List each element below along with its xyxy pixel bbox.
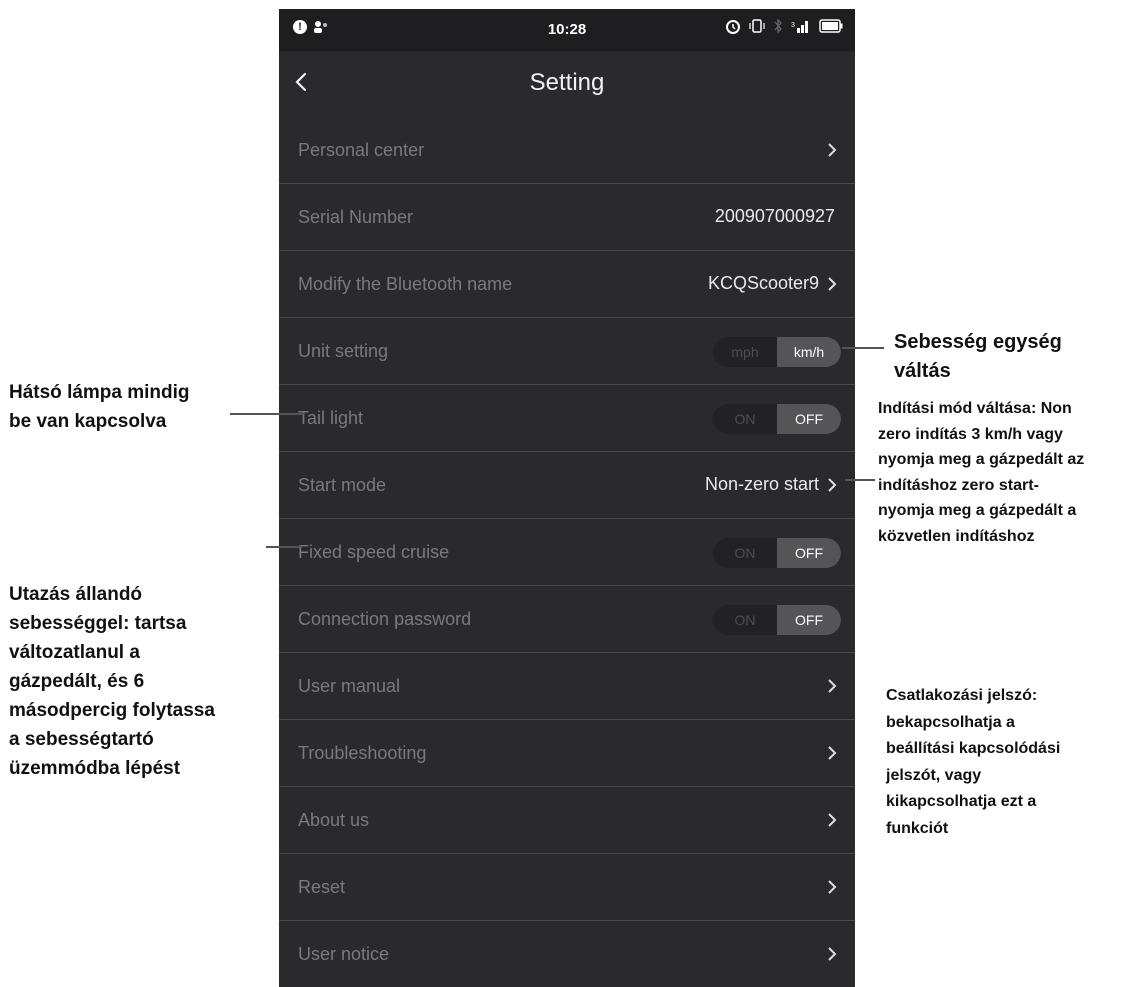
password-toggle[interactable]: ON OFF bbox=[713, 605, 841, 635]
toggle-off-option[interactable]: OFF bbox=[777, 538, 841, 568]
annotation-password: Csatlakozási jelszó: bekapcsolhatja a be… bbox=[886, 687, 1061, 837]
row-label: Tail light bbox=[298, 408, 364, 428]
nav-header: Setting bbox=[279, 51, 855, 117]
serial-number-value: 200907000927 bbox=[714, 206, 835, 226]
annotation-start-mode: Indítási mód váltása: Non zero indítás 3… bbox=[878, 400, 1085, 545]
phone-screen: ! 10:28 3 Setting Personal center Serial… bbox=[279, 9, 855, 987]
cruise-toggle[interactable]: ON OFF bbox=[713, 538, 841, 568]
annotation-tail-light: Hátsó lámpa mindig be van kapcsolva bbox=[9, 382, 190, 432]
row-label: User notice bbox=[298, 944, 390, 964]
battery-icon bbox=[819, 19, 843, 33]
annotation-cruise: Utazás állandó sebességgel: tartsa válto… bbox=[9, 584, 215, 779]
settings-list: Personal center Serial Number 2009070009… bbox=[279, 117, 855, 987]
status-bar: ! 10:28 3 bbox=[279, 9, 855, 51]
row-bluetooth-name[interactable]: Modify the Bluetooth name KCQScooter9 bbox=[279, 251, 855, 318]
status-right-icons: 3 bbox=[725, 18, 843, 34]
bluetooth-name-value: KCQScooter9 bbox=[707, 273, 819, 293]
row-user-notice[interactable]: User notice bbox=[279, 921, 855, 987]
row-fixed-speed-cruise: Fixed speed cruise ON OFF bbox=[279, 519, 855, 586]
row-label: Fixed speed cruise bbox=[298, 542, 450, 562]
alarm-icon bbox=[726, 20, 740, 34]
tail-light-toggle[interactable]: ON OFF bbox=[713, 404, 841, 434]
vibrate-icon bbox=[749, 19, 765, 33]
toggle-off-option[interactable]: OFF bbox=[777, 404, 841, 434]
chevron-right-icon bbox=[828, 478, 837, 492]
row-troubleshooting[interactable]: Troubleshooting bbox=[279, 720, 855, 787]
page-title: Setting bbox=[529, 69, 605, 96]
chevron-right-icon bbox=[828, 880, 837, 894]
chevron-right-icon bbox=[828, 277, 837, 291]
start-mode-value: Non-zero start bbox=[704, 474, 819, 494]
row-label: User manual bbox=[298, 676, 401, 696]
bluetooth-icon bbox=[774, 18, 782, 34]
row-label: Start mode bbox=[298, 475, 387, 495]
toggle-off-option[interactable]: OFF bbox=[777, 605, 841, 635]
chevron-right-icon bbox=[828, 143, 837, 157]
row-label: About us bbox=[298, 810, 370, 830]
chevron-right-icon bbox=[828, 679, 837, 693]
row-label: Serial Number bbox=[298, 207, 414, 227]
svg-text:3: 3 bbox=[791, 22, 795, 29]
unit-option-kmh[interactable]: km/h bbox=[777, 337, 841, 367]
leader-unit bbox=[842, 347, 884, 349]
row-connection-password: Connection password ON OFF bbox=[279, 586, 855, 653]
chevron-right-icon bbox=[828, 813, 837, 827]
row-personal-center[interactable]: Personal center bbox=[279, 117, 855, 184]
leader-tail-light bbox=[230, 413, 304, 415]
row-about-us[interactable]: About us bbox=[279, 787, 855, 854]
row-reset[interactable]: Reset bbox=[279, 854, 855, 921]
leader-start-mode bbox=[845, 479, 875, 481]
row-label: Unit setting bbox=[298, 341, 389, 361]
row-label: Personal center bbox=[298, 140, 425, 160]
toggle-on-option[interactable]: ON bbox=[713, 538, 777, 568]
row-tail-light: Tail light ON OFF bbox=[279, 385, 855, 452]
row-start-mode[interactable]: Start mode Non-zero start bbox=[279, 452, 855, 519]
chevron-right-icon bbox=[828, 947, 837, 961]
unit-option-mph[interactable]: mph bbox=[713, 337, 777, 367]
toggle-on-option[interactable]: ON bbox=[713, 605, 777, 635]
chevron-right-icon bbox=[828, 746, 837, 760]
row-label: Connection password bbox=[298, 609, 472, 629]
row-label: Troubleshooting bbox=[298, 743, 427, 763]
row-serial-number: Serial Number 200907000927 bbox=[279, 184, 855, 251]
signal-icon: 3 bbox=[791, 21, 808, 33]
row-unit-setting: Unit setting mph km/h bbox=[279, 318, 855, 385]
row-label: Reset bbox=[298, 877, 346, 897]
unit-toggle[interactable]: mph km/h bbox=[713, 337, 841, 367]
toggle-on-option[interactable]: ON bbox=[713, 404, 777, 434]
annotation-unit: Sebesség egység váltás bbox=[894, 331, 1062, 382]
row-label: Modify the Bluetooth name bbox=[298, 274, 513, 294]
row-user-manual[interactable]: User manual bbox=[279, 653, 855, 720]
leader-cruise bbox=[266, 546, 302, 548]
